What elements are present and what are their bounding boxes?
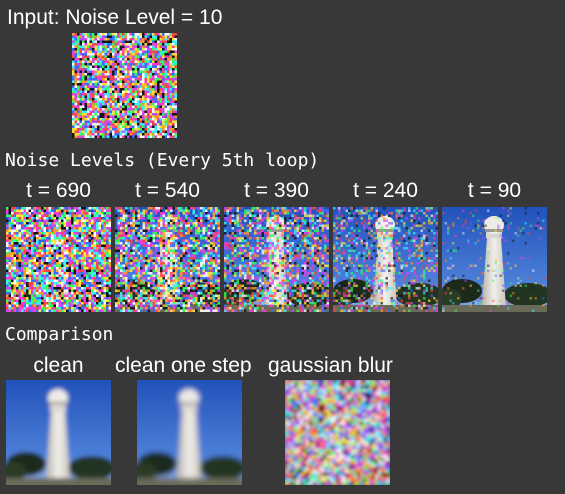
noise-step-image bbox=[442, 207, 547, 312]
comparison-title: Comparison bbox=[5, 324, 114, 345]
noise-levels-title: Noise Levels (Every 5th loop) bbox=[5, 150, 320, 171]
noise-step-image bbox=[6, 207, 111, 312]
step-label: t = 90 bbox=[467, 179, 522, 202]
input-title: Input: Noise Level = 10 bbox=[7, 6, 223, 29]
clean-image bbox=[6, 380, 111, 485]
step-label: t = 540 bbox=[135, 179, 200, 202]
comparison-label-clean: clean bbox=[33, 354, 84, 377]
comparison-label-one-step: clean one step bbox=[115, 354, 252, 377]
noise-step-image bbox=[115, 207, 220, 312]
comparison-label-blur: gaussian blur bbox=[268, 354, 393, 377]
step-label: t = 240 bbox=[353, 179, 418, 202]
clean-one-step-image bbox=[137, 380, 242, 485]
step-label: t = 390 bbox=[244, 179, 309, 202]
noise-step-image bbox=[224, 207, 329, 312]
gaussian-blur-image bbox=[285, 380, 390, 485]
noise-step-image bbox=[333, 207, 438, 312]
step-label: t = 690 bbox=[26, 179, 91, 202]
input-noisy-image bbox=[72, 33, 177, 138]
